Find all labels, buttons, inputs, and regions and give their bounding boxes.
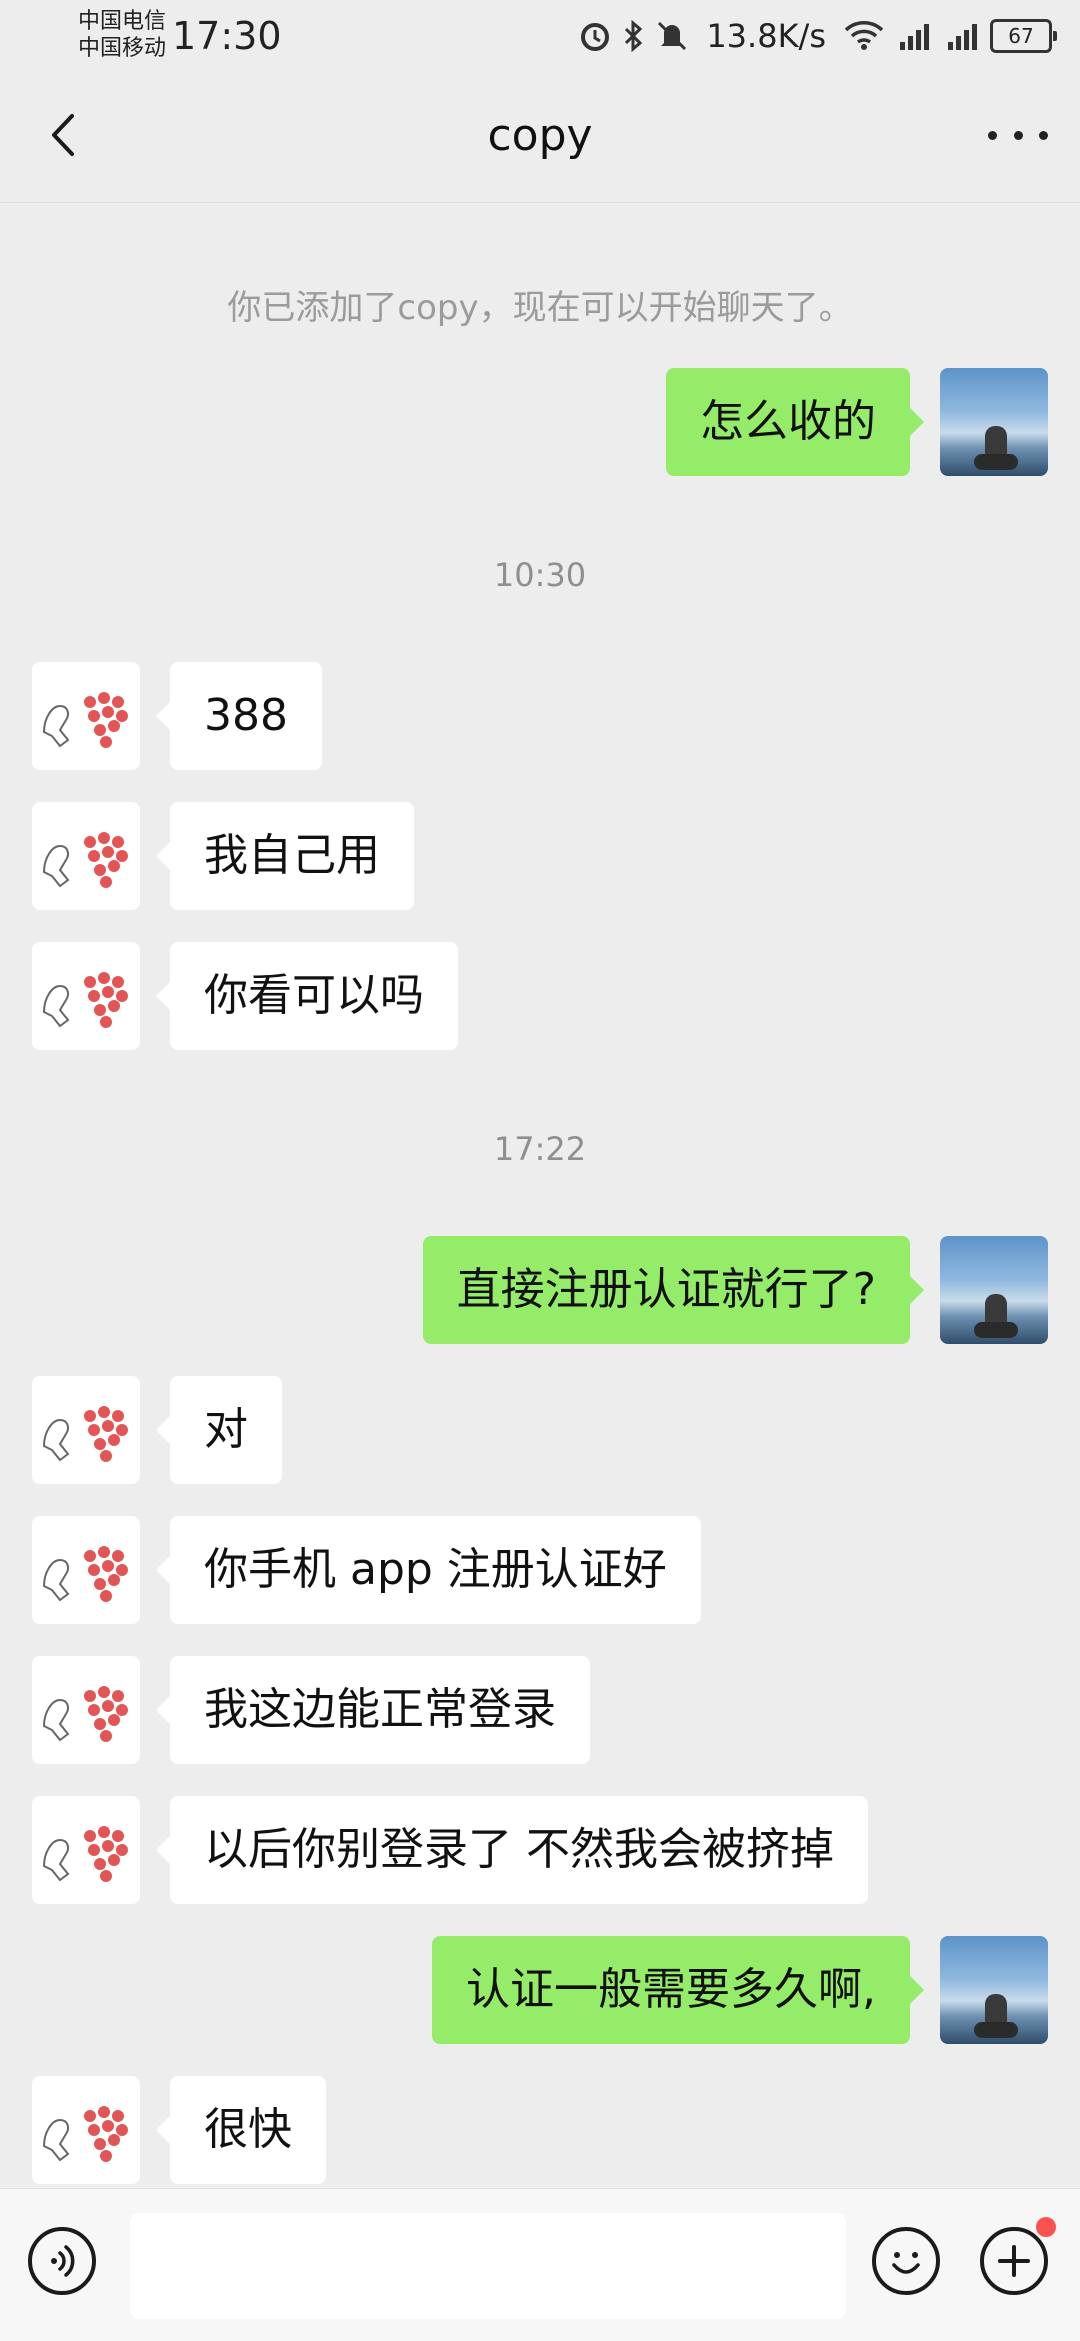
my-message-bubble[interactable]: 怎么收的 <box>666 368 924 476</box>
plus-cross-icon <box>998 2245 1030 2277</box>
contact-message-bubble[interactable]: 对 <box>156 1376 282 1484</box>
heart-sticker-avatar-icon <box>42 832 128 888</box>
status-icons: 13.8K/s 67 <box>578 16 1057 56</box>
heart-sticker-avatar-icon <box>42 1406 128 1462</box>
emoji-icon[interactable] <box>872 2227 940 2295</box>
status-time: 17:30 <box>172 14 282 58</box>
voice-icon[interactable] <box>28 2227 96 2295</box>
chat-timestamp: 10:30 <box>493 556 587 594</box>
my-avatar[interactable] <box>940 368 1048 476</box>
signal-4g-icon <box>948 24 977 50</box>
contact-avatar[interactable] <box>32 662 140 770</box>
chat-input-bar <box>0 2188 1080 2341</box>
my-message-bubble[interactable]: 直接注册认证就行了? <box>422 1236 925 1344</box>
my-avatar[interactable] <box>940 1936 1048 2044</box>
carrier-1: 中国电信 <box>78 9 167 34</box>
heart-sticker-avatar-icon <box>42 1546 128 1602</box>
contact-message-bubble[interactable]: 388 <box>156 662 322 770</box>
contact-avatar[interactable] <box>32 942 140 1050</box>
status-bar: 中国电信 中国移动 17:30 13.8K/s 67 <box>0 0 1080 72</box>
contact-avatar[interactable] <box>32 2076 140 2184</box>
contact-avatar[interactable] <box>32 1656 140 1764</box>
chat-timestamp: 17:22 <box>493 1130 587 1168</box>
heart-sticker-avatar-icon <box>42 972 128 1028</box>
contact-message-bubble[interactable]: 你看可以吗 <box>156 942 458 1050</box>
heart-sticker-avatar-icon <box>42 2106 128 2162</box>
carrier-2: 中国移动 <box>78 36 167 61</box>
system-notice: 你已添加了copy，现在可以开始聊天了。 <box>227 288 853 328</box>
mute-icon <box>658 21 687 51</box>
alarm-icon <box>581 23 610 51</box>
signal-4g-icon <box>900 24 929 50</box>
my-avatar[interactable] <box>940 1236 1048 1344</box>
carrier-info: 中国电信 中国移动 <box>78 8 166 62</box>
contact-message-bubble[interactable]: 以后你别登录了 不然我会被挤掉 <box>156 1796 868 1904</box>
contact-avatar[interactable] <box>32 1796 140 1904</box>
net-speed: 13.8K/s <box>706 17 826 55</box>
contact-message-bubble[interactable]: 你手机 app 注册认证好 <box>156 1516 701 1624</box>
wifi-icon <box>844 21 884 50</box>
contact-avatar[interactable] <box>32 1516 140 1624</box>
contact-avatar[interactable] <box>32 802 140 910</box>
contact-message-bubble[interactable]: 我这边能正常登录 <box>156 1656 590 1764</box>
chat-title: copy <box>487 110 593 161</box>
contact-message-bubble[interactable]: 很快 <box>156 2076 326 2184</box>
my-message-bubble[interactable]: 认证一般需要多久啊, <box>432 1936 924 2044</box>
voice-waves-icon <box>51 2245 75 2277</box>
more-dots-icon[interactable] <box>988 120 1048 150</box>
chat-header: copy <box>0 72 1080 203</box>
notification-dot <box>1036 2217 1056 2237</box>
plus-icon[interactable] <box>980 2227 1048 2295</box>
contact-avatar[interactable] <box>32 1376 140 1484</box>
smile-face-icon <box>892 2252 920 2274</box>
heart-sticker-avatar-icon <box>42 1686 128 1742</box>
message-input[interactable] <box>130 2213 846 2319</box>
contact-message-bubble[interactable]: 我自己用 <box>156 802 414 910</box>
bluetooth-icon <box>625 19 643 53</box>
battery-icon: 67 <box>990 19 1057 53</box>
heart-sticker-avatar-icon <box>42 692 128 748</box>
heart-sticker-avatar-icon <box>42 1826 128 1882</box>
